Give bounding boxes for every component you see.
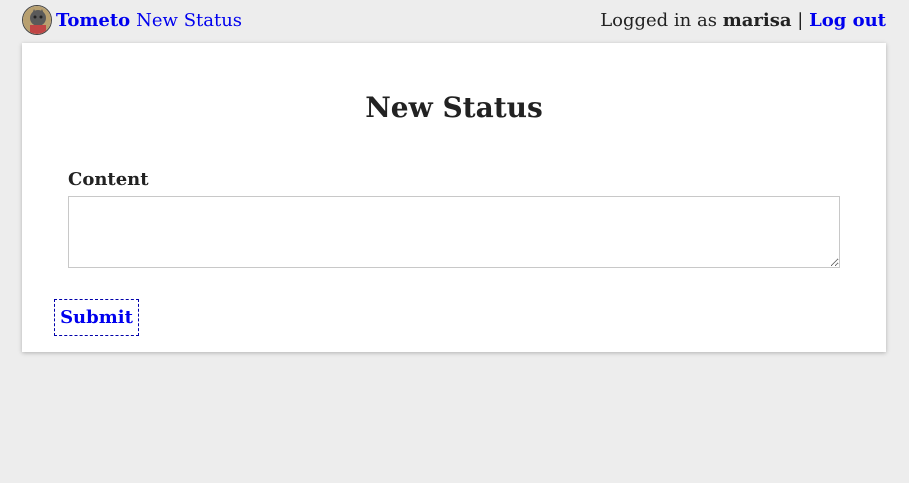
page-name[interactable]: New Status bbox=[136, 10, 242, 31]
submit-button[interactable]: Submit bbox=[54, 299, 139, 336]
logout-link[interactable]: Log out bbox=[809, 10, 886, 31]
avatar bbox=[22, 5, 52, 35]
separator: | bbox=[797, 9, 804, 31]
top-bar: Tometo New Status Logged in as marisa | … bbox=[22, 4, 886, 36]
content-label: Content bbox=[68, 169, 149, 190]
avatar-icon bbox=[23, 6, 51, 34]
page-title: New Status bbox=[365, 91, 543, 124]
logged-in-prefix: Logged in as bbox=[600, 9, 717, 31]
account-info: Logged in as marisa | Log out bbox=[600, 10, 886, 31]
username: marisa bbox=[722, 9, 792, 31]
new-status-card: New Status Content Submit bbox=[22, 43, 886, 352]
brand-name[interactable]: Tometo bbox=[56, 10, 130, 31]
home-link[interactable]: Tometo New Status bbox=[22, 5, 242, 35]
content-textarea[interactable] bbox=[68, 196, 840, 268]
